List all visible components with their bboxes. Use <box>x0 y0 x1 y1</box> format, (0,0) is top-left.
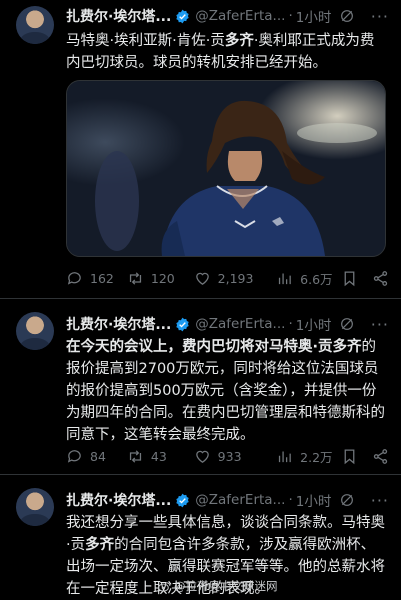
avatar[interactable] <box>16 488 54 526</box>
views-icon <box>279 451 291 462</box>
player-photo-illustration <box>67 81 385 256</box>
watermark: @拉齐奥中文球迷网 <box>158 578 278 594</box>
tweet-header: 扎费尔·埃尔塔... @ZaferErta... · 1小时 ··· <box>66 6 389 27</box>
text-segment-bold: 在今天的会议上，费内巴切将对马特奥·贡 <box>66 339 333 355</box>
views-count: 2.2万 <box>300 449 333 465</box>
grok-icon[interactable] <box>339 8 355 24</box>
repost-button[interactable]: 43 <box>127 448 194 465</box>
repost-icon <box>129 271 141 285</box>
author-name[interactable]: 扎费尔·埃尔塔... <box>66 314 171 334</box>
tweet-divider <box>0 474 401 475</box>
reply-icon <box>67 271 81 285</box>
weibo-logo-icon <box>158 581 171 592</box>
reply-button[interactable]: 162 <box>66 270 127 287</box>
reply-count: 162 <box>90 270 114 286</box>
tweet-2[interactable]: 扎费尔·埃尔塔... @ZaferErta... · 1小时 ··· 在今天的会… <box>0 300 401 472</box>
separator-dot: · <box>288 8 293 24</box>
tweet-divider <box>0 298 401 299</box>
text-segment-bold: 多齐 <box>224 33 254 49</box>
bookmark-icon[interactable] <box>341 270 358 287</box>
timestamp[interactable]: 1小时 <box>296 6 332 26</box>
verified-badge-icon <box>176 9 189 23</box>
views-button[interactable]: 6.6万 <box>276 269 341 288</box>
more-options-icon[interactable]: ··· <box>371 315 389 334</box>
reply-count: 84 <box>90 448 106 464</box>
text-segment: 马特奥·埃利亚斯·肯佐·贡 <box>66 33 225 49</box>
verified-badge-icon <box>176 493 189 507</box>
text-segment-bold: 多齐 <box>332 339 362 355</box>
tweet-text: 在今天的会议上，费内巴切将对马特奥·贡多齐的报价提高到2700万欧元，同时将给这… <box>66 336 387 446</box>
repost-count: 120 <box>150 270 175 286</box>
tweet-header: 扎费尔·埃尔塔... @ZaferErta... · 1小时 ··· <box>66 314 389 335</box>
grok-icon[interactable] <box>339 492 355 508</box>
separator-dot: · <box>288 316 293 332</box>
tweet-header: 扎费尔·埃尔塔... @ZaferErta... · 1小时 ··· <box>66 490 389 511</box>
views-button[interactable]: 2.2万 <box>276 447 341 466</box>
like-button[interactable]: 2,193 <box>194 270 277 287</box>
more-options-icon[interactable]: ··· <box>371 491 389 510</box>
heart-icon <box>195 450 209 463</box>
tweet-photo[interactable] <box>66 80 386 257</box>
like-button[interactable]: 933 <box>194 448 277 465</box>
grok-icon[interactable] <box>339 316 355 332</box>
tweet-actions: 162 120 2,193 6.6万 <box>66 268 389 288</box>
views-icon <box>279 273 291 284</box>
timestamp[interactable]: 1小时 <box>296 314 332 334</box>
repost-icon <box>129 449 141 463</box>
bookmark-icon[interactable] <box>341 448 358 465</box>
views-count: 6.6万 <box>300 271 333 287</box>
share-icon[interactable] <box>372 448 389 465</box>
like-count: 2,193 <box>217 270 254 286</box>
text-segment-bold: 多齐 <box>85 537 115 553</box>
tweet-text: 马特奥·埃利亚斯·肯佐·贡多齐·奥利耶正式成为费内巴切球员。球员的转机安排已经开… <box>66 30 387 74</box>
tweet-actions: 84 43 933 2.2万 <box>66 446 389 466</box>
avatar[interactable] <box>16 312 54 350</box>
author-handle[interactable]: @ZaferErta... <box>195 492 285 508</box>
repost-count: 43 <box>150 448 167 464</box>
like-count: 933 <box>217 448 242 464</box>
verified-badge-icon <box>176 317 189 331</box>
author-name[interactable]: 扎费尔·埃尔塔... <box>66 6 171 26</box>
more-options-icon[interactable]: ··· <box>371 7 389 26</box>
reply-button[interactable]: 84 <box>66 448 127 465</box>
tweet-1[interactable]: 扎费尔·埃尔塔... @ZaferErta... · 1小时 ··· 马特奥·埃… <box>0 0 401 296</box>
repost-button[interactable]: 120 <box>127 270 194 287</box>
avatar[interactable] <box>16 6 54 44</box>
author-handle[interactable]: @ZaferErta... <box>195 316 285 332</box>
heart-icon <box>195 272 209 285</box>
reply-icon <box>67 449 81 463</box>
separator-dot: · <box>288 492 293 508</box>
share-icon[interactable] <box>372 270 389 287</box>
watermark-text: @拉齐奥中文球迷网 <box>174 579 278 593</box>
timestamp[interactable]: 1小时 <box>296 490 332 510</box>
author-handle[interactable]: @ZaferErta... <box>195 8 285 24</box>
author-name[interactable]: 扎费尔·埃尔塔... <box>66 490 171 510</box>
